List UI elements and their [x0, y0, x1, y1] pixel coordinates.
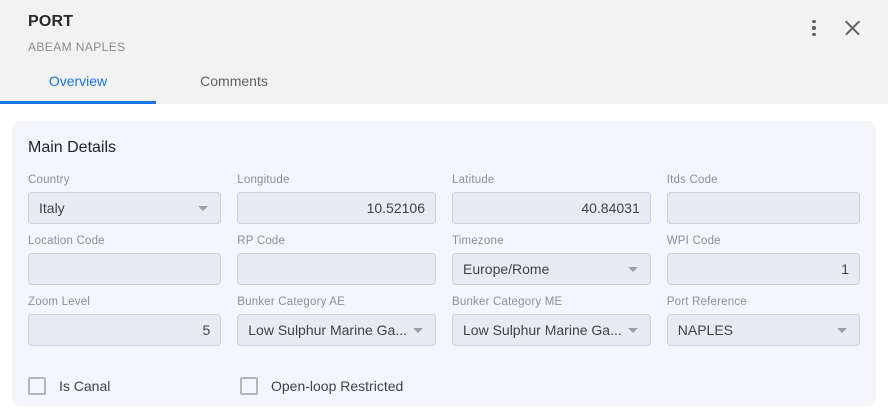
zoom-level-input[interactable] — [28, 314, 221, 346]
bunker-category-ae-select[interactable]: Low Sulphur Marine Ga... — [237, 314, 436, 346]
wpi-code-input[interactable] — [667, 253, 860, 285]
field-label: Longitude — [237, 174, 436, 187]
timezone-select[interactable]: Europe/Rome — [452, 253, 651, 285]
location-code-input[interactable] — [28, 253, 221, 285]
field-label: Zoom Level — [28, 296, 221, 309]
field-rp-code: RP Code — [237, 235, 436, 285]
fields-grid: Country Italy Longitude Latitude Itds Co… — [28, 174, 860, 346]
field-label: WPI Code — [667, 235, 860, 248]
section-title: Main Details — [28, 136, 860, 160]
chevron-down-icon — [837, 328, 847, 333]
dialog-header: PORT ABEAM NAPLES — [0, 0, 888, 60]
kebab-menu-icon[interactable] — [802, 16, 826, 40]
checkbox-icon — [240, 377, 258, 395]
field-location-code: Location Code — [28, 235, 221, 285]
page-title: PORT — [28, 11, 126, 33]
field-timezone: Timezone Europe/Rome — [452, 235, 651, 285]
chevron-down-icon — [628, 267, 638, 272]
field-label: Timezone — [452, 235, 651, 248]
tab-overview[interactable]: Overview — [0, 60, 156, 104]
field-wpi-code: WPI Code — [667, 235, 860, 285]
field-zoom-level: Zoom Level — [28, 296, 221, 346]
header-titles: PORT ABEAM NAPLES — [28, 10, 126, 55]
latitude-input[interactable] — [452, 192, 651, 224]
checkbox-row: Is Canal Open-loop Restricted — [28, 377, 860, 395]
close-icon[interactable] — [840, 16, 864, 40]
field-label: Port Reference — [667, 296, 860, 309]
field-country: Country Italy — [28, 174, 221, 224]
field-label: RP Code — [237, 235, 436, 248]
field-label: Itds Code — [667, 174, 860, 187]
page-subtitle: ABEAM NAPLES — [28, 39, 126, 55]
field-port-reference: Port Reference NAPLES — [667, 296, 860, 346]
longitude-input[interactable] — [237, 192, 436, 224]
country-select[interactable]: Italy — [28, 192, 221, 224]
field-label: Bunker Category AE — [237, 296, 436, 309]
tabbar: Overview Comments — [0, 60, 888, 104]
field-latitude: Latitude — [452, 174, 651, 224]
field-label: Country — [28, 174, 221, 187]
is-canal-checkbox[interactable]: Is Canal — [28, 377, 224, 395]
port-reference-select[interactable]: NAPLES — [667, 314, 860, 346]
field-bunker-category-me: Bunker Category ME Low Sulphur Marine Ga… — [452, 296, 651, 346]
rp-code-input[interactable] — [237, 253, 436, 285]
field-label: Bunker Category ME — [452, 296, 651, 309]
chevron-down-icon — [198, 206, 208, 211]
field-label: Latitude — [452, 174, 651, 187]
main-details-panel: Main Details Country Italy Longitude Lat… — [12, 121, 876, 406]
field-longitude: Longitude — [237, 174, 436, 224]
field-bunker-category-ae: Bunker Category AE Low Sulphur Marine Ga… — [237, 296, 436, 346]
chevron-down-icon — [628, 328, 638, 333]
tab-comments[interactable]: Comments — [156, 60, 312, 104]
open-loop-restricted-checkbox[interactable]: Open-loop Restricted — [240, 377, 436, 395]
checkbox-label: Is Canal — [59, 378, 110, 394]
itds-code-input[interactable] — [667, 192, 860, 224]
checkbox-label: Open-loop Restricted — [271, 378, 403, 394]
field-itds-code: Itds Code — [667, 174, 860, 224]
field-label: Location Code — [28, 235, 221, 248]
header-actions — [802, 16, 864, 40]
bunker-category-me-select[interactable]: Low Sulphur Marine Ga... — [452, 314, 651, 346]
chevron-down-icon — [413, 328, 423, 333]
checkbox-icon — [28, 377, 46, 395]
